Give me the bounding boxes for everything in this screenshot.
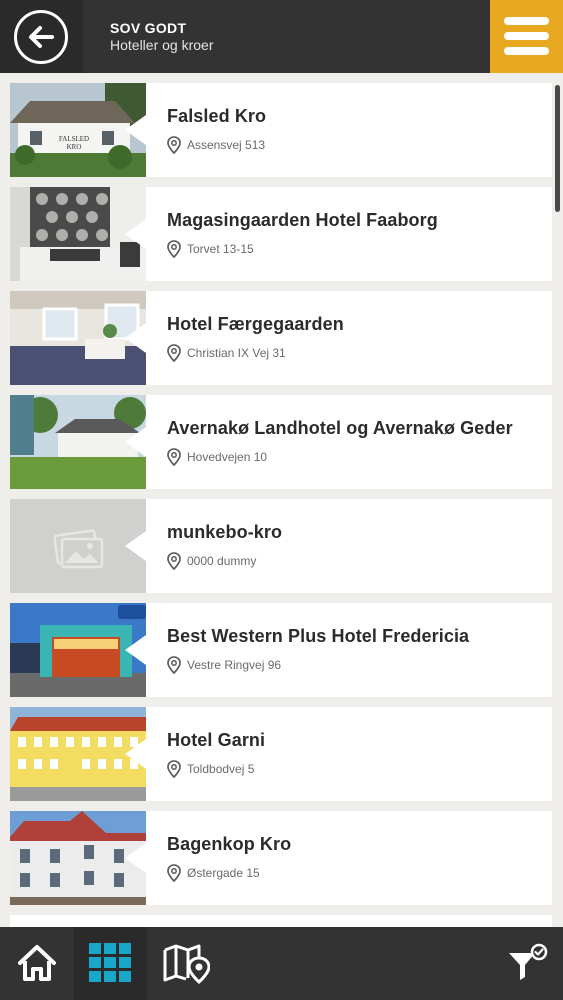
hotel-name: Falsled Kro: [167, 106, 267, 126]
hamburger-menu-icon: [504, 47, 549, 55]
hotel-address: Vestre Ringvej 96: [187, 658, 282, 672]
nav-map[interactable]: [150, 927, 223, 1000]
nav-grid[interactable]: [74, 927, 147, 1000]
nav-filter[interactable]: [490, 927, 563, 1000]
svg-text:FALSLED: FALSLED: [59, 135, 89, 143]
hotel-address: Østergade 15: [187, 866, 260, 880]
hotel-address: Christian IX Vej 31: [187, 346, 286, 360]
grid-icon: [89, 943, 131, 982]
hotel-list-item[interactable]: Bagenkop Kro Østergade 15: [10, 811, 552, 905]
hotel-list-item[interactable]: FALSLED KRO Falsled Kro Assensvej 513: [10, 83, 552, 177]
hotel-list-item[interactable]: Hotel Garni Toldbodvej 5: [10, 707, 552, 801]
location-pin-icon: [167, 864, 181, 882]
hotel-address: Hovedvejen 10: [187, 450, 268, 464]
hotel-name: Magasingaarden Hotel Faaborg: [167, 210, 438, 230]
location-pin-icon: [167, 760, 181, 778]
nav-home[interactable]: [0, 927, 73, 1000]
hotel-list[interactable]: FALSLED KRO Falsled Kro Assensvej 513 Ma…: [0, 73, 563, 927]
location-pin-icon: [167, 656, 181, 674]
location-pin-icon: [167, 448, 181, 466]
location-pin-icon: [167, 136, 181, 154]
filter-icon: [509, 943, 548, 980]
hotel-list-item[interactable]: munkebo-kro 0000 dummy: [10, 499, 552, 593]
hotel-address: Torvet 13-15: [187, 242, 254, 256]
location-pin-icon: [167, 552, 181, 570]
hamburger-menu-icon: [504, 17, 549, 25]
menu-button[interactable]: [490, 0, 563, 73]
hotel-name: Avernakø Landhotel og Avernakø Geder: [167, 418, 513, 438]
hotel-address: Toldbodvej 5: [187, 762, 255, 776]
hotel-address: Assensvej 513: [187, 138, 266, 152]
location-pin-icon: [167, 240, 181, 258]
back-button[interactable]: [14, 10, 68, 64]
map-pin-icon: [163, 944, 210, 984]
arrow-left-icon: [29, 26, 54, 48]
hotel-list-item[interactable]: Avernakø Landhotel og Avernakø Geder Hov…: [10, 395, 552, 489]
bottom-nav: [0, 927, 563, 1000]
hotel-list-item[interactable]: [10, 915, 552, 927]
app-header: SOV GODT Hoteller og kroer: [0, 0, 563, 73]
hotel-name: Hotel Færgegaarden: [167, 314, 344, 334]
hotel-list-item[interactable]: Magasingaarden Hotel Faaborg Torvet 13-1…: [10, 187, 552, 281]
location-pin-icon: [167, 344, 181, 362]
hotel-list-item[interactable]: Hotel Færgegaarden Christian IX Vej 31: [10, 291, 552, 385]
page-subtitle: Hoteller og kroer: [110, 37, 214, 53]
back-button-area[interactable]: [0, 0, 83, 73]
hamburger-menu-icon: [504, 32, 549, 40]
list-scrollbar[interactable]: [555, 85, 560, 212]
hotel-name: munkebo-kro: [167, 522, 283, 542]
page-title: SOV GODT: [110, 20, 187, 36]
svg-text:KRO: KRO: [67, 143, 82, 151]
hotel-address: 0000 dummy: [187, 554, 257, 568]
hotel-name: Best Western Plus Hotel Fredericia: [167, 626, 470, 646]
home-icon: [18, 945, 56, 981]
hotel-name: Hotel Garni: [167, 730, 266, 750]
hotel-name: Bagenkop Kro: [167, 834, 292, 854]
hotel-list-item[interactable]: Best Western Plus Hotel Fredericia Vestr…: [10, 603, 552, 697]
